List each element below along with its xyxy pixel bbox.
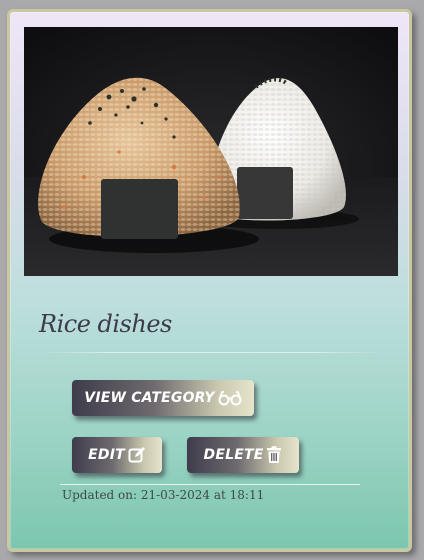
footer-divider	[60, 484, 360, 485]
updated-timestamp: Updated on: 21-03-2024 at 18:11	[62, 488, 265, 502]
title-divider	[39, 352, 383, 353]
trash-icon	[266, 446, 282, 464]
view-category-button[interactable]: VIEW CATEGORY	[72, 380, 254, 416]
edit-button[interactable]: EDIT	[72, 437, 162, 473]
glasses-icon	[218, 390, 242, 406]
view-category-label: VIEW CATEGORY	[84, 390, 215, 406]
category-image	[24, 27, 398, 276]
delete-label: DELETE	[203, 447, 264, 463]
edit-label: EDIT	[88, 447, 125, 463]
category-title: Rice dishes	[39, 310, 172, 338]
category-card: Rice dishes VIEW CATEGORY EDIT DELETE Up…	[7, 9, 412, 552]
delete-button[interactable]: DELETE	[187, 437, 299, 473]
edit-icon	[128, 446, 146, 464]
